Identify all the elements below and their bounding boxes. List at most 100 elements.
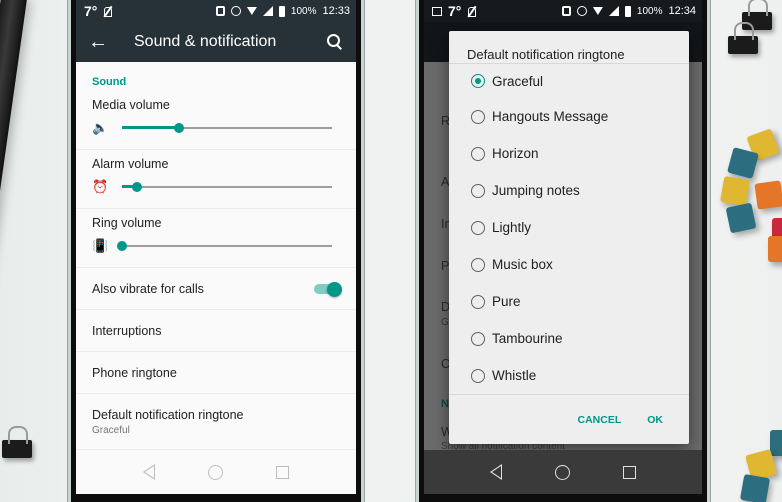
ringtone-option[interactable]: Jumping notes (449, 172, 689, 209)
radio-unchecked-icon[interactable] (471, 294, 485, 309)
ringtone-option[interactable]: Horizon (449, 135, 689, 172)
signal-icon (608, 6, 619, 16)
ringtone-option-label: Music box (492, 257, 553, 272)
muted-notifications-icon (103, 6, 113, 17)
page-title: Sound & notification (134, 33, 277, 50)
ringtone-option-label: Pure (492, 294, 521, 309)
ringtone-option[interactable]: Tambourine (449, 320, 689, 357)
interruptions-label: Interruptions (92, 323, 162, 338)
ringtone-option-label: Jumping notes (492, 183, 580, 198)
arrow-back-icon[interactable]: ← (88, 31, 118, 54)
ring-volume-pref: Ring volume 📳 (76, 209, 356, 268)
toy-cube-decoration (754, 180, 782, 210)
alarm-volume-label: Alarm volume (92, 157, 169, 171)
slider-thumb[interactable] (173, 123, 184, 133)
media-volume-slider[interactable] (122, 122, 332, 134)
radio-unchecked-icon[interactable] (471, 183, 485, 198)
phone-ringtone-pref[interactable]: Phone ringtone (76, 352, 356, 394)
temperature-readout: 7° (84, 3, 98, 19)
nav-back-icon[interactable] (490, 464, 503, 480)
toy-cube-decoration (739, 473, 771, 502)
section-header-sound: Sound (92, 76, 127, 88)
toy-cube-decoration (770, 430, 782, 456)
screen-ringtone-dialog: 7° 100% 12:34 R A In P D G O N W Show al… (424, 0, 702, 494)
binder-clip-decoration (728, 22, 758, 54)
ringtone-option[interactable]: Lightly (449, 209, 689, 246)
toy-cube-decoration (768, 236, 782, 262)
alarm-volume-pref: Alarm volume ⏰ (76, 150, 356, 209)
interruptions-pref[interactable]: Interruptions (76, 310, 356, 352)
ringtone-option[interactable]: Hangouts Message (449, 98, 689, 135)
dialog-title: Default notification ringtone (467, 47, 625, 62)
slider-fill (122, 126, 179, 129)
radio-unchecked-icon[interactable] (471, 220, 485, 235)
status-bar: 7° 100% 12:33 (76, 0, 356, 22)
navigation-bar (424, 450, 702, 494)
toy-cube-decoration (727, 147, 759, 179)
default-notification-ringtone-pref[interactable]: Default notification ringtone Graceful (76, 394, 356, 450)
dimmed-summary-initial: G (441, 317, 449, 328)
radio-unchecked-icon[interactable] (471, 257, 485, 272)
phone-ringtone-label: Phone ringtone (92, 365, 177, 380)
vibrate-icon (215, 6, 225, 16)
ok-button[interactable]: OK (647, 414, 663, 426)
radio-unchecked-icon[interactable] (471, 331, 485, 346)
nav-recents-icon[interactable] (276, 465, 290, 479)
alarm-icon (576, 6, 587, 16)
clock: 12:33 (322, 5, 350, 17)
toy-cube-decoration (725, 202, 757, 234)
nav-home-icon[interactable] (207, 464, 223, 480)
status-bar: 7° 100% 12:34 (424, 0, 702, 22)
battery-percent: 100% (290, 5, 317, 17)
wifi-icon (246, 7, 257, 15)
ringtone-option[interactable]: Music box (449, 246, 689, 283)
vibrate-icon (561, 6, 571, 16)
slider-thumb[interactable] (131, 182, 142, 192)
ringtone-option-label: Lightly (492, 220, 532, 235)
signal-icon (262, 6, 273, 16)
ringtone-option-label: Whistle (492, 368, 537, 383)
nav-home-icon[interactable] (554, 464, 570, 480)
clock: 12:34 (668, 5, 696, 17)
ringtone-option-label: Hangouts Message (492, 109, 609, 124)
vibrate-for-calls-pref[interactable]: Also vibrate for calls (76, 268, 356, 310)
phone-right: 7° 100% 12:34 R A In P D G O N W Show al… (416, 0, 710, 502)
dimmed-notification-header-initial: N (441, 398, 449, 410)
default-notification-ringtone-summary: Graceful (92, 424, 130, 436)
battery-percent: 100% (636, 5, 663, 17)
ring-volume-label: Ring volume (92, 216, 162, 230)
screen-sound-settings: 7° 100% 12:33 ← Sound & notification Sou… (76, 0, 356, 494)
alarm-icon (230, 6, 241, 16)
ringtone-option-label: Tambourine (492, 331, 563, 346)
radio-unchecked-icon[interactable] (471, 146, 485, 161)
ringtone-dialog: Default notification ringtone Graceful Ha… (449, 31, 689, 444)
gallery-icon (432, 6, 442, 16)
ring-volume-slider[interactable] (117, 240, 332, 252)
ringtone-option[interactable]: Pure (449, 283, 689, 320)
default-notification-ringtone-label: Default notification ringtone (92, 407, 244, 422)
radio-unchecked-icon[interactable] (471, 368, 485, 383)
app-bar: ← Sound & notification (76, 22, 356, 62)
vibrate-for-calls-toggle[interactable] (314, 282, 342, 297)
ringtone-option-label: Horizon (492, 146, 539, 161)
slider-thumb[interactable] (117, 241, 127, 251)
ringtone-option[interactable]: Whistle (449, 357, 689, 394)
muted-notifications-icon (467, 6, 477, 17)
ringtone-option[interactable]: Graceful (449, 64, 689, 98)
radio-checked-icon[interactable] (471, 74, 485, 88)
alarm-volume-slider[interactable] (122, 181, 332, 193)
ringtone-option-label: Graceful (492, 73, 544, 89)
navigation-bar (76, 450, 356, 494)
temperature-readout: 7° (448, 3, 462, 19)
vibrate-for-calls-label: Also vibrate for calls (92, 281, 204, 296)
binder-clip-decoration (2, 426, 32, 458)
alarm-clock-icon: ⏰ (92, 179, 109, 194)
ringtone-options-list[interactable]: Graceful Hangouts Message Horizon Jumping n… (449, 63, 689, 394)
media-volume-label: Media volume (92, 98, 170, 112)
nav-recents-icon[interactable] (622, 465, 636, 479)
wifi-icon (592, 7, 603, 15)
radio-unchecked-icon[interactable] (471, 109, 485, 124)
nav-back-icon[interactable] (142, 464, 155, 480)
cancel-button[interactable]: CANCEL (578, 414, 622, 426)
search-icon[interactable] (326, 33, 344, 51)
